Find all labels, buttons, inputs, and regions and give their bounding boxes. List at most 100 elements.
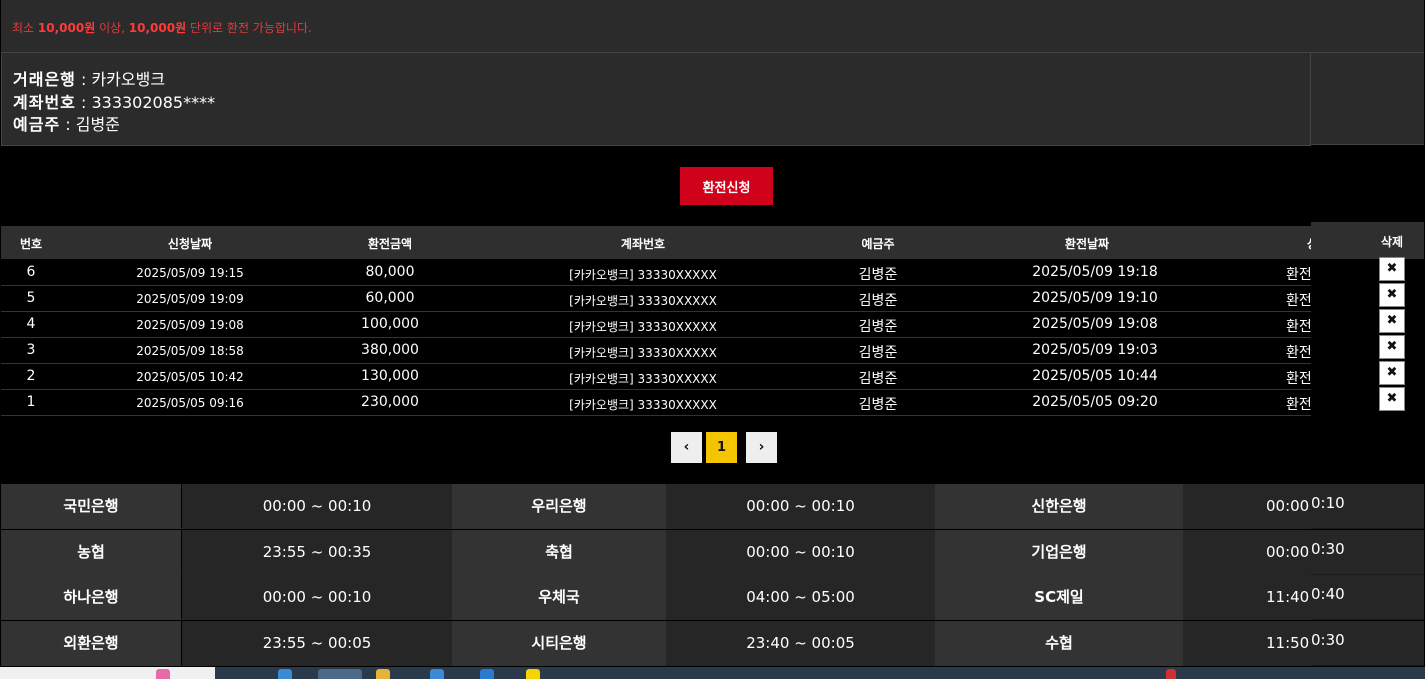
row-exchange-date: 2025/05/09 19:03 [1032, 342, 1158, 358]
bank-line: 거래은행 : 카카오뱅크 [13, 70, 166, 89]
row-account: [카카오뱅크] 33330XXXXX [569, 294, 717, 308]
maintenance-time: 00:00 ~ 00:10 [1183, 484, 1311, 529]
maintenance-bank-name: 축협 [452, 529, 666, 575]
row-no: 6 [26, 264, 36, 280]
taskbar-active-app-icon[interactable] [318, 669, 362, 679]
row-status: 환전완료 [1286, 371, 1311, 387]
notification-icon[interactable] [1166, 669, 1176, 679]
row-holder: 김병준 [858, 293, 898, 309]
table-row: 4 2025/05/09 19:08 100,000 [카카오뱅크] 33330XXX… [1, 312, 1311, 338]
row-amount: 380,000 [361, 342, 419, 358]
row-holder: 김병준 [858, 345, 898, 361]
holder-line: 예금주 : 김병준 [13, 115, 120, 134]
delete-row-button[interactable]: ✖ [1379, 309, 1405, 333]
maintenance-time: 23:40 ~ 00:05 [666, 620, 935, 666]
maintenance-time-overflow: 0:30 [1311, 620, 1424, 666]
row-no: 2 [26, 368, 36, 384]
row-account: [카카오뱅크] 33330XXXXX [569, 346, 717, 360]
header-no: 번호 [19, 237, 43, 251]
delete-row-button[interactable]: ✖ [1379, 361, 1405, 385]
folder-icon[interactable] [376, 669, 390, 679]
taskbar-app-icon[interactable] [430, 669, 444, 679]
maintenance-time: 04:00 ~ 05:00 [666, 575, 935, 620]
maintenance-bank-name: 수협 [935, 620, 1183, 666]
maintenance-bank-name: 기업은행 [935, 529, 1183, 575]
row-exchange-date: 2025/05/05 09:20 [1032, 394, 1158, 410]
maintenance-row: 국민은행 00:00 ~ 00:10 우리은행 00:00 ~ 00:10 신한은행 00… [1, 484, 1311, 529]
row-account: [카카오뱅크] 33330XXXXX [569, 320, 717, 334]
exchange-request-button[interactable]: 환전신청 [680, 167, 773, 205]
maintenance-bank-name: 신한은행 [935, 484, 1183, 529]
row-status: 환전취소 [1286, 319, 1311, 335]
taskbar-search-area [0, 667, 215, 679]
account-line: 계좌번호 : 333302085**** [13, 93, 216, 112]
chat-app-icon[interactable] [526, 669, 540, 679]
history-table-header: 번호 신청날짜 환전금액 계좌번호 예금주 환전날짜 상태 [1, 226, 1315, 259]
taskbar-app-icon[interactable] [480, 669, 494, 679]
header-account: 계좌번호 [620, 237, 666, 251]
row-amount: 60,000 [365, 290, 415, 306]
maintenance-bank-name: 하나은행 [1, 575, 181, 620]
row-status: 환전취소 [1286, 293, 1311, 309]
maintenance-time-overflow: 0:40 [1311, 575, 1424, 620]
header-exchange-date: 환전날짜 [1064, 237, 1110, 251]
delete-row-button[interactable]: ✖ [1379, 387, 1405, 411]
pager-page-1[interactable]: 1 [706, 432, 737, 463]
row-no: 3 [26, 342, 36, 358]
row-amount: 230,000 [361, 394, 419, 410]
table-row: 2 2025/05/05 10:42 130,000 [카카오뱅크] 33330XXX… [1, 364, 1311, 390]
row-exchange-date: 2025/05/05 10:44 [1032, 368, 1158, 384]
row-request-date: 2025/05/09 19:09 [136, 292, 244, 306]
delete-row-button[interactable]: ✖ [1379, 283, 1405, 307]
row-request-date: 2025/05/09 19:08 [136, 318, 244, 332]
row-holder: 김병준 [858, 397, 898, 413]
table-row: 5 2025/05/09 19:09 60,000 [카카오뱅크] 33330XXXX… [1, 286, 1311, 312]
pager-next-button[interactable]: › [746, 432, 777, 463]
row-exchange-date: 2025/05/09 19:08 [1032, 316, 1158, 332]
row-no: 5 [26, 290, 36, 306]
header-delete: 삭제 [1380, 235, 1404, 249]
notice-bar: 최소 10,000원 이상, 10,000원 단위로 환전 가능합니다. [1, 0, 1424, 53]
row-no: 1 [26, 394, 36, 410]
maintenance-bank-name: SC제일 [935, 575, 1183, 620]
maintenance-time: 00:00 ~ 00:10 [182, 484, 452, 529]
maintenance-time: 23:55 ~ 00:05 [182, 620, 452, 666]
row-amount: 130,000 [361, 368, 419, 384]
maintenance-bank-name: 우체국 [452, 575, 666, 620]
maintenance-time: 11:50 ~ 00:30 [1183, 620, 1311, 666]
maintenance-time: 11:40 ~ 00:40 [1183, 575, 1311, 620]
row-account: [카카오뱅크] 33330XXXXX [569, 398, 717, 412]
maintenance-row: 외환은행 23:55 ~ 00:05 시티은행 23:40 ~ 00:05 수협 11:5… [1, 620, 1311, 666]
bank-info-panel: 거래은행 : 카카오뱅크 계좌번호 : 333302085**** 예금주 : … [1, 53, 1311, 146]
row-holder: 김병준 [858, 319, 898, 335]
row-exchange-date: 2025/05/09 19:18 [1032, 264, 1158, 280]
maintenance-row: 하나은행 00:00 ~ 00:10 우체국 04:00 ~ 05:00 SC제일 11:… [1, 575, 1311, 620]
row-status: 환전완료 [1286, 345, 1311, 361]
maintenance-bank-name: 우리은행 [452, 484, 666, 529]
table-row: 1 2025/05/05 09:16 230,000 [카카오뱅크] 33330XXX… [1, 390, 1311, 416]
header-request-date: 신청날짜 [167, 237, 213, 251]
taskbar-app-icon [156, 669, 170, 679]
maintenance-bank-name: 국민은행 [1, 484, 181, 529]
maintenance-bank-name: 농협 [1, 529, 181, 575]
row-account: [카카오뱅크] 33330XXXXX [569, 372, 717, 386]
maintenance-row: 농협 23:55 ~ 00:35 축협 00:00 ~ 00:10 기업은행 00:00 … [1, 529, 1311, 575]
history-table-header-extension: 삭제 [1311, 222, 1424, 259]
row-status: 환전완료 [1286, 267, 1311, 283]
row-holder: 김병준 [858, 371, 898, 387]
delete-row-button[interactable]: ✖ [1379, 335, 1405, 359]
header-amount: 환전금액 [367, 237, 413, 251]
taskbar-app-icon[interactable] [278, 669, 292, 679]
row-request-date: 2025/05/09 18:58 [136, 344, 244, 358]
maintenance-time: 00:00 ~ 00:10 [666, 484, 935, 529]
row-account: [카카오뱅크] 33330XXXXX [569, 268, 717, 282]
row-amount: 100,000 [361, 316, 419, 332]
row-request-date: 2025/05/09 19:15 [136, 266, 244, 280]
notice-text: 최소 10,000원 이상, 10,000원 단위로 환전 가능합니다. [12, 21, 312, 35]
maintenance-time: 00:00 ~ 00:10 [666, 529, 935, 575]
pager-prev-button[interactable]: ‹ [671, 432, 702, 463]
table-row: 6 2025/05/09 19:15 80,000 [카카오뱅크] 33330XXXX… [1, 260, 1311, 286]
bank-info-panel-extension [1311, 53, 1424, 145]
delete-row-button[interactable]: ✖ [1379, 257, 1405, 281]
maintenance-time: 00:00 ~ 00:10 [182, 575, 452, 620]
